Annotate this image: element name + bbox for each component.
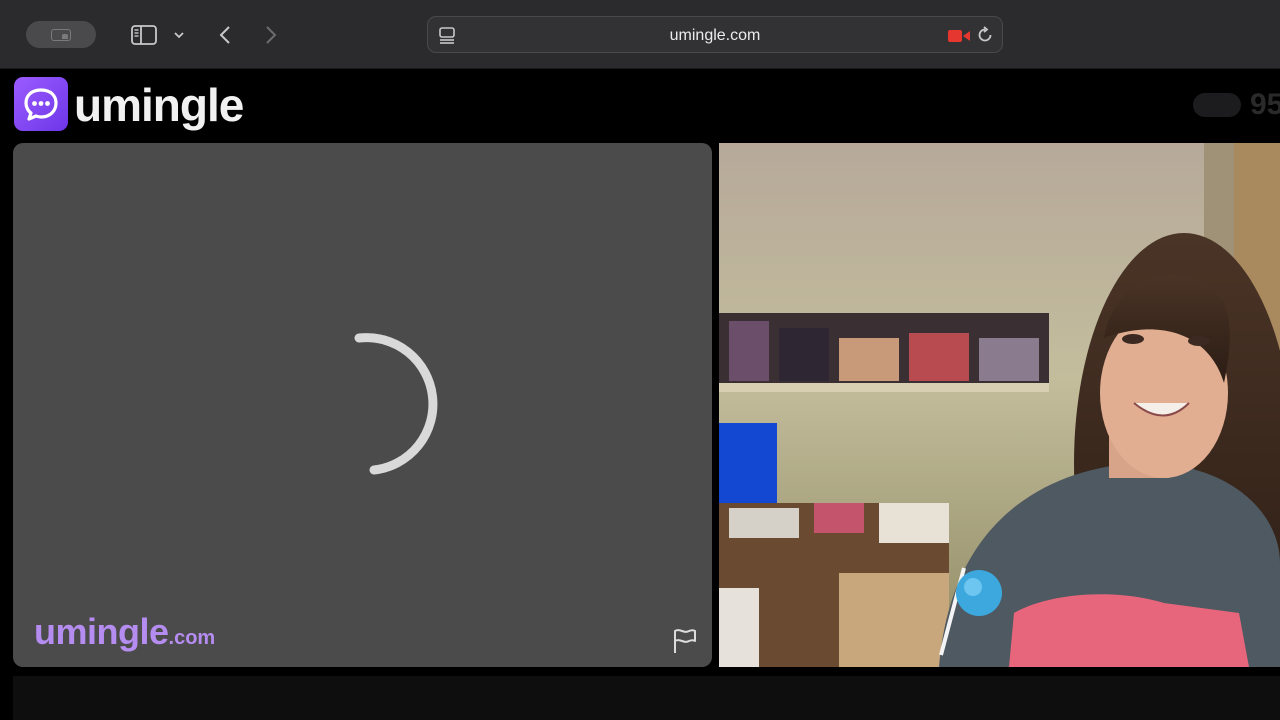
sidebar-icon xyxy=(131,25,157,45)
stranger-video-panel: umingle.com xyxy=(13,143,712,667)
bottom-control-bar xyxy=(13,676,1280,720)
chevron-right-icon xyxy=(266,26,277,44)
sidebar-menu-button[interactable] xyxy=(170,20,188,50)
address-bar[interactable]: umingle.com xyxy=(427,16,1003,53)
camera-feed-image xyxy=(719,143,1280,667)
flag-report-icon[interactable] xyxy=(672,627,698,655)
logo-text[interactable]: umingle xyxy=(74,77,244,133)
reload-icon[interactable] xyxy=(976,26,994,44)
loading-spinner xyxy=(354,333,438,475)
camera-recording-icon[interactable] xyxy=(948,29,970,43)
browser-toolbar: umingle.com xyxy=(0,0,1280,69)
chevron-down-icon xyxy=(174,32,184,39)
logo-icon[interactable] xyxy=(14,77,68,131)
sidebar-toggle-button[interactable] xyxy=(128,20,160,50)
umingle-watermark: umingle.com xyxy=(34,611,215,653)
url-text: umingle.com xyxy=(669,27,761,44)
online-count: 95 xyxy=(1250,88,1280,121)
chevron-left-icon xyxy=(219,26,230,44)
back-button[interactable] xyxy=(212,20,238,50)
theme-toggle[interactable] xyxy=(1193,93,1241,117)
self-video-panel xyxy=(719,143,1280,667)
forward-button[interactable] xyxy=(258,20,284,50)
watermark-suffix: .com xyxy=(168,627,216,649)
tab-overview-button[interactable] xyxy=(26,21,96,48)
watermark-main: umingle xyxy=(34,611,169,652)
profile-icon xyxy=(51,29,71,41)
